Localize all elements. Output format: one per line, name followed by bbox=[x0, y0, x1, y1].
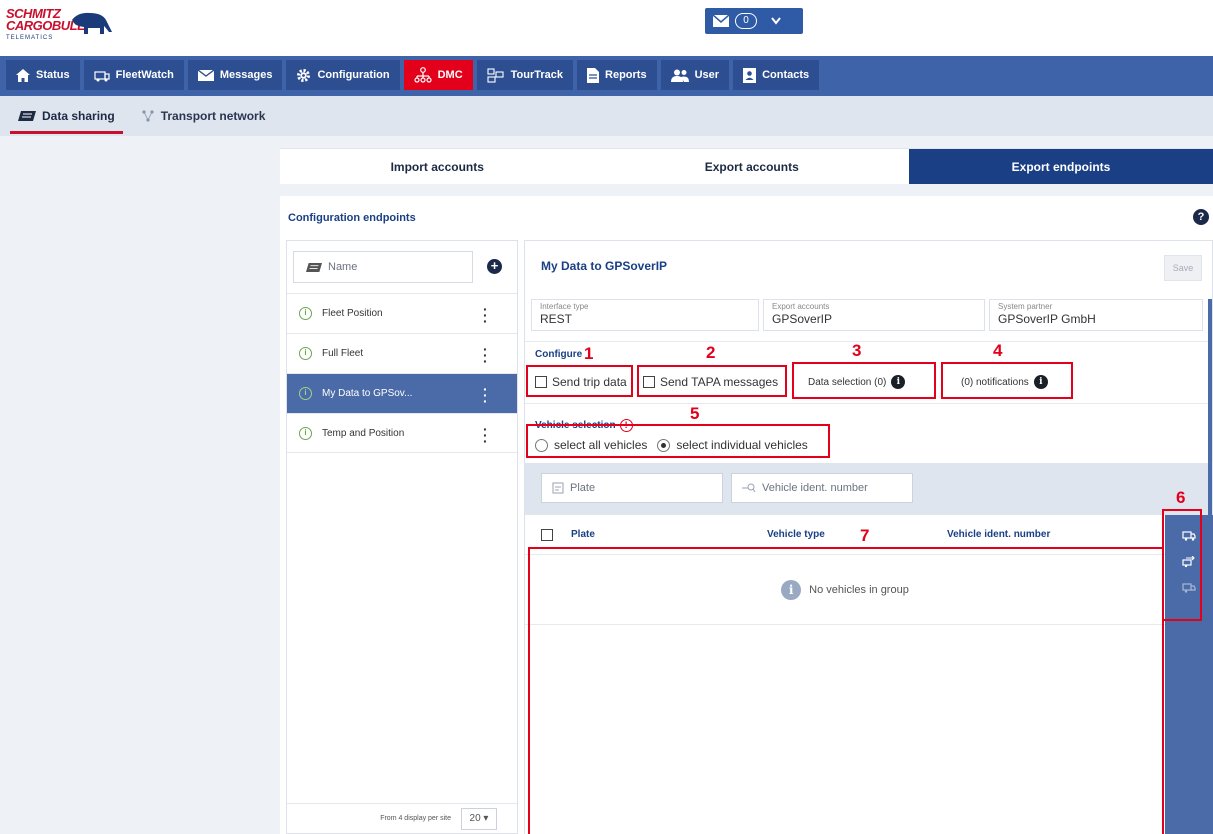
transport-network-icon bbox=[142, 110, 154, 122]
sub-nav: Data sharing Transport network bbox=[0, 96, 1213, 136]
messages-dropdown[interactable]: 0 bbox=[705, 8, 803, 34]
save-button[interactable]: Save bbox=[1164, 255, 1202, 281]
more-options-icon[interactable]: · · · bbox=[483, 342, 488, 368]
plate-filter-input[interactable]: Plate bbox=[541, 473, 723, 503]
annotation-box-7 bbox=[528, 547, 1164, 834]
tab-user[interactable]: User bbox=[660, 60, 730, 90]
annotation-number-6: 6 bbox=[1176, 488, 1186, 507]
report-icon bbox=[587, 67, 600, 83]
pager-text: From 4 display per site bbox=[380, 815, 451, 822]
schmitz-cargobull-logo[interactable]: SCHMITZ CARGOBULL TELEMATICS bbox=[6, 7, 116, 48]
tab-export-endpoints[interactable]: Export endpoints bbox=[909, 149, 1213, 184]
chevron-down-icon bbox=[771, 17, 781, 25]
plate-icon bbox=[552, 482, 564, 494]
list-item[interactable]: i My Data to GPSov... · · · bbox=[287, 373, 517, 413]
tab-configuration[interactable]: Configuration bbox=[286, 60, 400, 90]
app-header: SCHMITZ CARGOBULL TELEMATICS 0 bbox=[0, 0, 1213, 56]
col-plate[interactable]: Plate bbox=[571, 529, 767, 540]
col-vehicle-ident-number[interactable]: Vehicle ident. number bbox=[947, 529, 1050, 540]
endpoint-title: My Data to GPSoverIP bbox=[541, 259, 668, 273]
annotation-box-1 bbox=[526, 365, 633, 397]
message-count-badge: 0 bbox=[735, 13, 757, 29]
annotation-number-1: 1 bbox=[584, 344, 594, 363]
annotation-number-3: 3 bbox=[852, 341, 862, 360]
subnav-transport-network[interactable]: Transport network bbox=[141, 96, 265, 136]
info-status-icon: i bbox=[299, 387, 312, 400]
vin-search-icon bbox=[742, 483, 756, 493]
annotation-box-6 bbox=[1162, 509, 1202, 621]
envelope-icon bbox=[197, 69, 214, 81]
tab-dmc[interactable]: DMC bbox=[403, 60, 473, 90]
export-accounts-field[interactable]: Export accounts GPSoverIP bbox=[763, 299, 985, 331]
main-nav: Status FleetWatch Messages Configuration… bbox=[0, 56, 1213, 96]
endpoint-items: i Fleet Position · · · i Full Fleet · · · i … bbox=[287, 293, 517, 453]
divider bbox=[525, 403, 1212, 404]
endpoint-list: Name + i Fleet Position · · · i Full Fleet… bbox=[286, 240, 518, 834]
tab-contacts[interactable]: Contacts bbox=[733, 60, 820, 90]
envelope-icon bbox=[713, 15, 729, 27]
info-status-icon: i bbox=[299, 426, 312, 440]
fleetwatch-icon bbox=[94, 70, 110, 81]
tab-import-accounts[interactable]: Import accounts bbox=[280, 149, 595, 184]
elephant-icon bbox=[72, 12, 112, 34]
info-status-icon: i bbox=[299, 307, 312, 320]
data-sharing-icon bbox=[306, 262, 322, 272]
interface-type-field[interactable]: Interface type REST bbox=[531, 299, 759, 331]
subnav-data-sharing[interactable]: Data sharing bbox=[10, 96, 123, 136]
users-icon bbox=[670, 69, 689, 82]
annotation-box-2 bbox=[637, 365, 787, 397]
help-icon[interactable]: ? bbox=[1193, 209, 1209, 225]
tab-reports[interactable]: Reports bbox=[577, 60, 657, 90]
network-icon bbox=[413, 67, 432, 83]
page-size-select[interactable]: 20 ▾ bbox=[461, 807, 497, 830]
tab-tourtrack[interactable]: TourTrack bbox=[476, 60, 574, 90]
annotation-number-2: 2 bbox=[706, 343, 716, 362]
annotation-number-7: 7 bbox=[860, 526, 870, 545]
more-options-icon[interactable]: · · · bbox=[483, 382, 488, 408]
gear-icon bbox=[297, 68, 311, 82]
home-icon bbox=[16, 68, 30, 82]
annotation-box-5 bbox=[526, 424, 830, 458]
info-status-icon: i bbox=[299, 347, 312, 360]
account-tabs: Import accounts Export accounts Export e… bbox=[280, 148, 1213, 184]
list-item[interactable]: i Fleet Position · · · bbox=[287, 293, 517, 333]
data-sharing-icon bbox=[18, 111, 36, 121]
system-partner-field[interactable]: System partner GPSoverIP GmbH bbox=[989, 299, 1203, 331]
configure-label: Configure bbox=[535, 349, 583, 360]
select-all-checkbox[interactable] bbox=[541, 528, 553, 541]
annotation-box-4 bbox=[941, 362, 1073, 399]
name-search-input[interactable]: Name bbox=[293, 251, 473, 283]
add-endpoint-button[interactable]: + bbox=[487, 259, 502, 274]
divider bbox=[525, 341, 1212, 342]
tourtrack-icon bbox=[487, 67, 504, 83]
vin-filter-input[interactable]: Vehicle ident. number bbox=[731, 473, 913, 503]
annotation-box-3 bbox=[792, 362, 936, 399]
contacts-icon bbox=[743, 67, 757, 83]
pagination: From 4 display per site 20 ▾ bbox=[287, 803, 517, 833]
tab-export-accounts[interactable]: Export accounts bbox=[595, 149, 910, 184]
col-vehicle-type[interactable]: Vehicle type bbox=[767, 529, 947, 540]
list-item[interactable]: i Temp and Position · · · bbox=[287, 413, 517, 453]
tab-status[interactable]: Status bbox=[6, 60, 80, 90]
more-options-icon[interactable]: · · · bbox=[483, 422, 488, 448]
panel-title: Configuration endpoints bbox=[288, 212, 416, 224]
more-options-icon[interactable]: · · · bbox=[483, 302, 488, 328]
detail-scrollbar[interactable] bbox=[1208, 299, 1212, 599]
annotation-number-5: 5 bbox=[690, 404, 700, 423]
tab-fleetwatch[interactable]: FleetWatch bbox=[83, 60, 184, 90]
tab-messages[interactable]: Messages bbox=[187, 60, 283, 90]
list-item[interactable]: i Full Fleet · · · bbox=[287, 333, 517, 373]
annotation-number-4: 4 bbox=[993, 341, 1003, 360]
